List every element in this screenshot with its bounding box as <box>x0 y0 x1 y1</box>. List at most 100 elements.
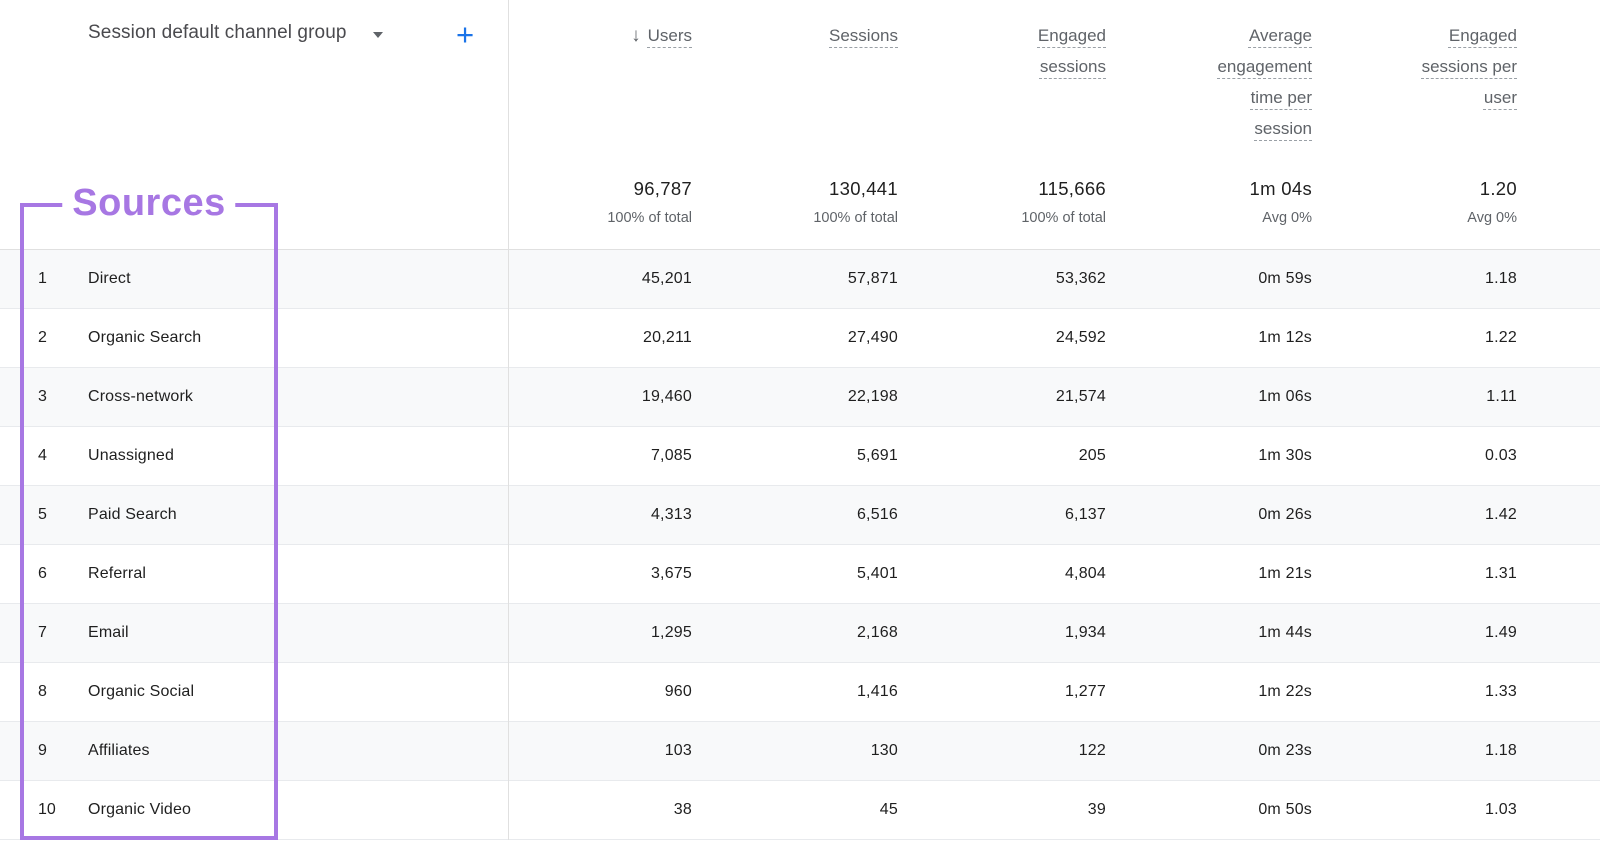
channel-name: Cross-network <box>88 388 193 406</box>
table-row: 3Cross-network 19,460 22,198 21,574 1m 0… <box>0 368 1600 427</box>
sessions-value: 5,401 <box>692 565 898 583</box>
row-rank: 1 <box>38 270 88 288</box>
total-subtext: 100% of total <box>898 210 1106 226</box>
total-engaged-sessions: 115,666 100% of total <box>898 165 1106 249</box>
engaged-sessions-value: 1,934 <box>898 624 1106 642</box>
table-row: 10Organic Video 38 45 39 0m 50s 1.03 <box>0 781 1600 840</box>
channel-name: Organic Social <box>88 683 194 701</box>
ga4-acquisition-table: Session default channel group + ↓ Users S… <box>0 0 1600 868</box>
column-header-label: sessions per <box>1312 51 1517 82</box>
column-header-label: Sessions <box>692 20 898 51</box>
avg-engagement-time-value: 1m 12s <box>1106 329 1312 347</box>
total-subtext: 100% of total <box>692 210 898 226</box>
engaged-sessions-value: 21,574 <box>898 388 1106 406</box>
engaged-sessions-value: 39 <box>898 801 1106 819</box>
sessions-value: 45 <box>692 801 898 819</box>
channel-name: Organic Search <box>88 329 201 347</box>
column-header-label: time per <box>1106 82 1312 113</box>
channel-name: Email <box>88 624 129 642</box>
sessions-value: 6,516 <box>692 506 898 524</box>
sessions-value: 2,168 <box>692 624 898 642</box>
column-header-engaged-sessions[interactable]: Engaged sessions <box>898 0 1106 165</box>
table-body: 1Direct 45,201 57,871 53,362 0m 59s 1.18… <box>0 250 1600 840</box>
total-engaged-sessions-per-user: 1.20 Avg 0% <box>1312 165 1517 249</box>
engaged-sessions-per-user-value: 1.18 <box>1312 742 1517 760</box>
engaged-sessions-per-user-value: 0.03 <box>1312 447 1517 465</box>
users-value: 4,313 <box>508 506 692 524</box>
engaged-sessions-value: 122 <box>898 742 1106 760</box>
users-value: 38 <box>508 801 692 819</box>
channel-name: Organic Video <box>88 801 191 819</box>
sessions-value: 1,416 <box>692 683 898 701</box>
engaged-sessions-value: 4,804 <box>898 565 1106 583</box>
column-header-label: engagement <box>1106 51 1312 82</box>
engaged-sessions-value: 24,592 <box>898 329 1106 347</box>
engaged-sessions-per-user-value: 1.33 <box>1312 683 1517 701</box>
engaged-sessions-per-user-value: 1.11 <box>1312 388 1517 406</box>
column-header-label: Users <box>648 26 692 45</box>
users-value: 7,085 <box>508 447 692 465</box>
avg-engagement-time-value: 0m 23s <box>1106 742 1312 760</box>
chevron-down-icon <box>373 32 383 38</box>
sort-descending-icon: ↓ <box>631 20 641 51</box>
table-header-row: Session default channel group + ↓ Users S… <box>0 0 1600 165</box>
column-header-sessions[interactable]: Sessions <box>692 0 898 165</box>
channel-name: Affiliates <box>88 742 150 760</box>
channel-name: Direct <box>88 270 131 288</box>
avg-engagement-time-value: 0m 50s <box>1106 801 1312 819</box>
column-header-label: sessions <box>898 51 1106 82</box>
totals-row: 96,787 100% of total 130,441 100% of tot… <box>0 165 1600 250</box>
column-header-users[interactable]: ↓ Users <box>508 0 692 165</box>
add-dimension-button[interactable]: + <box>450 15 480 55</box>
engaged-sessions-per-user-value: 1.49 <box>1312 624 1517 642</box>
avg-engagement-time-value: 0m 59s <box>1106 270 1312 288</box>
row-rank: 3 <box>38 388 88 406</box>
channel-name: Unassigned <box>88 447 174 465</box>
total-value: 1.20 <box>1312 178 1517 200</box>
row-rank: 8 <box>38 683 88 701</box>
dimension-selector[interactable]: Session default channel group <box>88 22 383 44</box>
total-value: 130,441 <box>692 178 898 200</box>
users-value: 1,295 <box>508 624 692 642</box>
row-rank: 9 <box>38 742 88 760</box>
engaged-sessions-value: 53,362 <box>898 270 1106 288</box>
users-value: 960 <box>508 683 692 701</box>
row-rank: 4 <box>38 447 88 465</box>
total-users: 96,787 100% of total <box>508 165 692 249</box>
dimension-label: Session default channel group <box>88 22 347 44</box>
table-row: 8Organic Social 960 1,416 1,277 1m 22s 1… <box>0 663 1600 722</box>
users-value: 3,675 <box>508 565 692 583</box>
total-avg-engagement-time: 1m 04s Avg 0% <box>1106 165 1312 249</box>
sessions-value: 57,871 <box>692 270 898 288</box>
row-rank: 7 <box>38 624 88 642</box>
total-sessions: 130,441 100% of total <box>692 165 898 249</box>
engaged-sessions-per-user-value: 1.03 <box>1312 801 1517 819</box>
table-row: 6Referral 3,675 5,401 4,804 1m 21s 1.31 <box>0 545 1600 604</box>
engaged-sessions-value: 6,137 <box>898 506 1106 524</box>
engaged-sessions-per-user-value: 1.18 <box>1312 270 1517 288</box>
avg-engagement-time-value: 1m 44s <box>1106 624 1312 642</box>
column-header-avg-engagement-time[interactable]: Average engagement time per session <box>1106 0 1312 165</box>
sessions-value: 27,490 <box>692 329 898 347</box>
engaged-sessions-per-user-value: 1.31 <box>1312 565 1517 583</box>
table-row: 2Organic Search 20,211 27,490 24,592 1m … <box>0 309 1600 368</box>
users-value: 19,460 <box>508 388 692 406</box>
column-header-label: Engaged <box>898 20 1106 51</box>
engaged-sessions-value: 205 <box>898 447 1106 465</box>
channel-name: Paid Search <box>88 506 177 524</box>
total-value: 115,666 <box>898 178 1106 200</box>
avg-engagement-time-value: 1m 06s <box>1106 388 1312 406</box>
column-header-engaged-sessions-per-user[interactable]: Engaged sessions per user <box>1312 0 1517 165</box>
total-subtext: Avg 0% <box>1312 210 1517 226</box>
table-row: 7Email 1,295 2,168 1,934 1m 44s 1.49 <box>0 604 1600 663</box>
total-value: 1m 04s <box>1106 178 1312 200</box>
column-header-label: Average <box>1106 20 1312 51</box>
avg-engagement-time-value: 0m 26s <box>1106 506 1312 524</box>
engaged-sessions-per-user-value: 1.22 <box>1312 329 1517 347</box>
table-row: 4Unassigned 7,085 5,691 205 1m 30s 0.03 <box>0 427 1600 486</box>
row-rank: 5 <box>38 506 88 524</box>
sessions-value: 22,198 <box>692 388 898 406</box>
total-subtext: 100% of total <box>508 210 692 226</box>
avg-engagement-time-value: 1m 30s <box>1106 447 1312 465</box>
table-row: 1Direct 45,201 57,871 53,362 0m 59s 1.18 <box>0 250 1600 309</box>
